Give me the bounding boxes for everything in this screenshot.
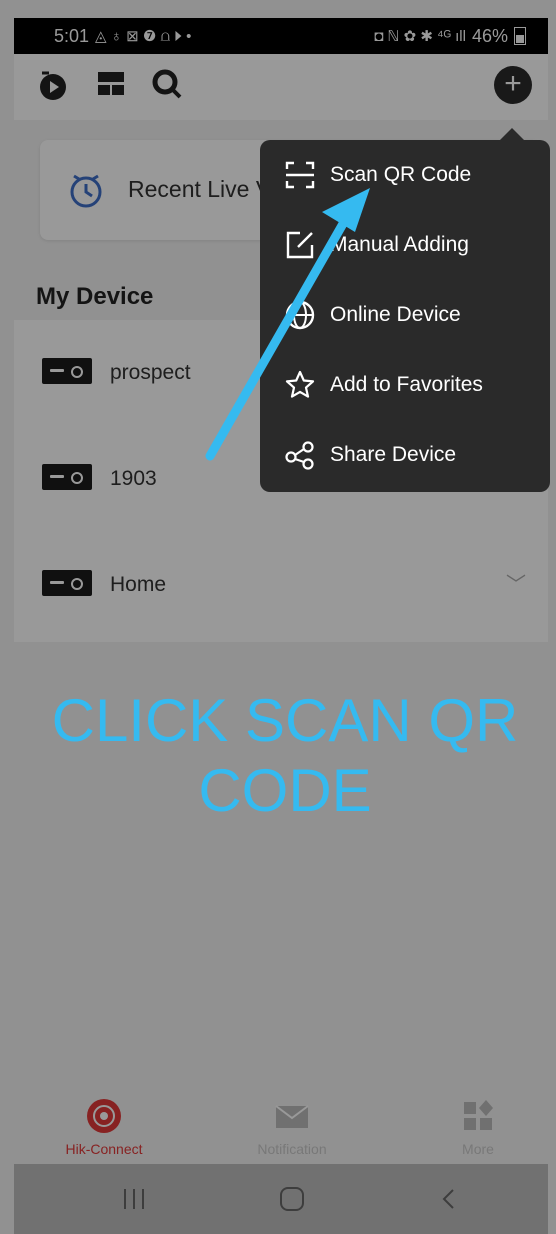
annotation-arrow (205, 188, 370, 461)
app-screen: 5:01 ◬ ♁ ⊠ ❼ ⩍ ⏵ • ◘ ℕ ✿ ✱ ⁴ᴳ ıll 46% + (0, 0, 556, 1234)
caption-line-2: CODE (198, 757, 372, 824)
annotation-caption: CLICK SCAN QR CODE (30, 686, 540, 826)
caption-line-1: CLICK SCAN QR (51, 687, 519, 754)
